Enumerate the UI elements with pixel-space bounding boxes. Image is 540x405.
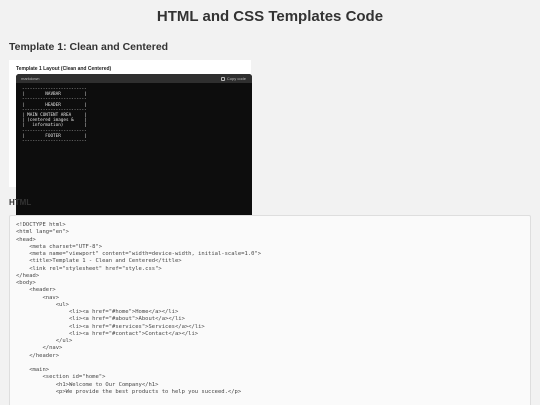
code-language-label: markdown	[21, 76, 40, 81]
code-line: <!DOCTYPE html>	[16, 222, 66, 228]
html-code: <!DOCTYPE html> <html lang="en"> <head> <m…	[16, 222, 261, 396]
code-line: <body>	[16, 280, 36, 286]
code-line: </ul>	[16, 338, 73, 344]
copy-code-button[interactable]: Copy code	[220, 76, 246, 81]
code-line: <title>Template 1 - Clean and Centered</…	[16, 258, 182, 265]
code-line: <head>	[16, 236, 36, 243]
code-heading: HTML	[9, 198, 32, 207]
copy-code-label: Copy code	[226, 76, 246, 81]
code-line: </head>	[16, 272, 40, 279]
code-block-header: markdown Copy code	[16, 74, 252, 83]
html-code-block: <!DOCTYPE html> <html lang="en"> <head> <m…	[9, 215, 531, 405]
code-line: <meta charset="UTF-8">	[16, 243, 103, 250]
template-heading: Template 1: Clean and Centered	[9, 41, 169, 53]
page-title: HTML and CSS Templates Code	[156, 8, 384, 25]
diagram-line: -------------------------	[22, 97, 87, 103]
code-line: <p>We provide the best products to help …	[16, 388, 242, 395]
code-line: <li><a href="#about">About</a></li>	[16, 316, 185, 323]
code-line: <section id="home">	[16, 374, 106, 381]
layout-figure: Template 1 Layout (Clean and Centered) m…	[9, 60, 252, 242]
code-line: <link rel="stylesheet" href="style.css">	[16, 265, 162, 272]
code-line: </header>	[16, 352, 60, 359]
code-line: <li><a href="#home">Home</a></li>	[16, 309, 179, 315]
code-line: <li><a href="#services">Services</a></li…	[16, 323, 205, 330]
code-line: <nav>	[16, 294, 60, 301]
code-line: </nav>	[16, 345, 63, 352]
diagram-line: | information) |	[22, 123, 87, 129]
code-line: <li><a href="#contact">Contact</a></li>	[16, 330, 199, 337]
code-line: <header>	[16, 287, 56, 294]
layout-diagram: ------------------------- | NAVBAR | -----…	[22, 87, 87, 144]
code-line: <meta name="viewport" content="width=dev…	[16, 251, 262, 257]
code-line: <main>	[16, 367, 50, 373]
code-line: <h1>Welcome to Our Company</h1>	[16, 381, 159, 388]
diagram-line: -------------------------	[22, 139, 87, 145]
figure-caption: Template 1 Layout (Clean and Centered)	[16, 66, 112, 72]
copy-icon	[220, 76, 225, 81]
code-line: <ul>	[16, 301, 69, 308]
code-line: <html lang="en">	[16, 229, 69, 236]
